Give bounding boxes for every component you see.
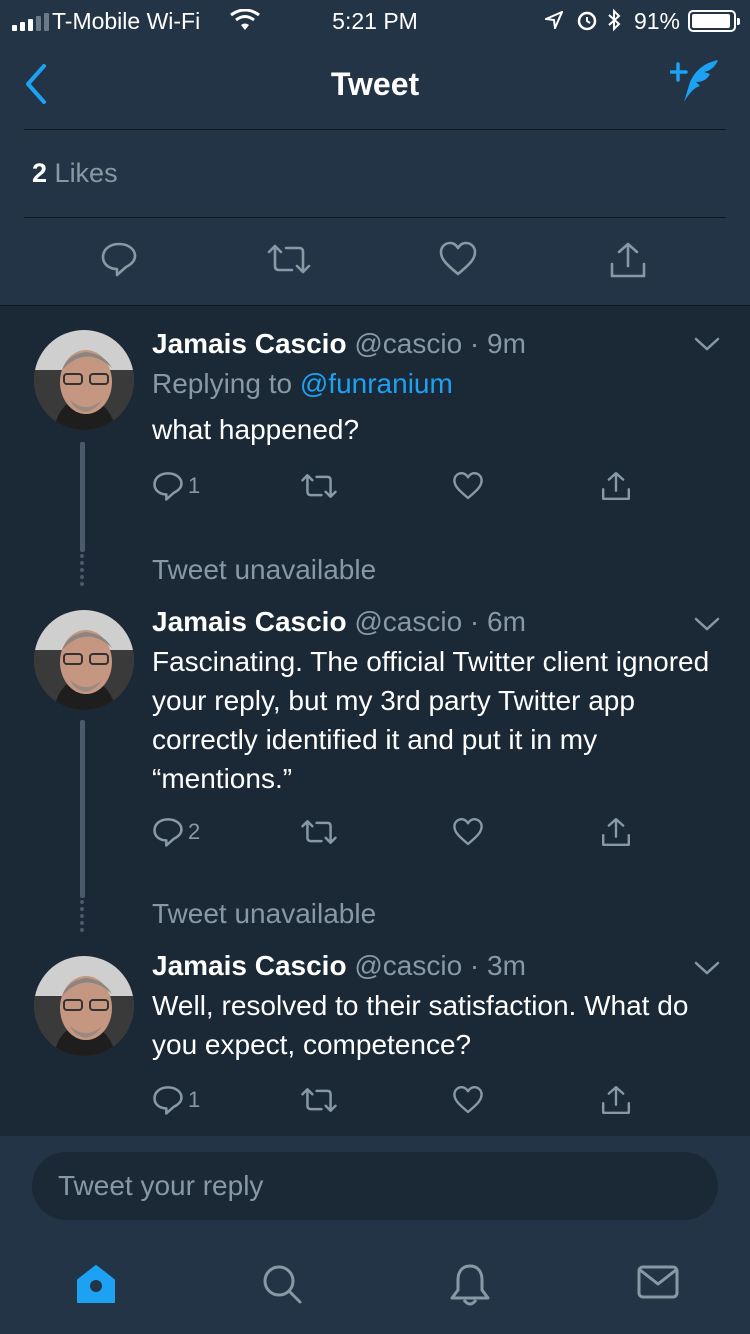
separator-dot: · [462,606,488,637]
reply-icon [152,816,184,848]
separator-dot: · [462,328,488,359]
search-icon[interactable] [260,1262,304,1306]
chevron-down-icon[interactable] [694,616,720,632]
thread-line [80,442,85,552]
reply-bar [0,1136,750,1236]
battery-icon [688,10,740,32]
bluetooth-icon [606,8,622,32]
retweet-icon[interactable] [300,1084,338,1116]
tweet-header: Jamais Cascio @cascio · 6m [152,606,526,638]
tweet-unavailable: Tweet unavailable [152,554,377,585]
status-bar: T-Mobile Wi-Fi 5:21 PM 91% [0,0,750,40]
tweet-stats-section: 2 Likes [0,128,750,306]
likes-number: 2 [32,158,48,188]
top-bar: T-Mobile Wi-Fi 5:21 PM 91% Tweet [0,0,750,128]
like-icon[interactable] [452,1084,484,1116]
notifications-icon[interactable] [448,1262,492,1308]
reply-count: 1 [188,1087,201,1112]
tweet-time: 3m [487,950,526,981]
replying-to: Replying to @funranium [152,368,453,400]
chevron-down-icon[interactable] [694,336,720,352]
avatar[interactable] [34,956,134,1056]
tweet-time: 6m [487,606,526,637]
share-icon[interactable] [600,470,632,502]
navigation-bar: Tweet [0,40,750,128]
replies-thread: Jamais Cascio @cascio · 9m Replying to @… [0,306,750,1136]
thread-gap [80,554,85,589]
share-icon[interactable] [600,1084,632,1116]
likes-count[interactable]: 2 Likes [32,158,118,189]
chevron-down-icon[interactable] [694,960,720,976]
tweet-actions: 1 [152,470,652,510]
like-icon[interactable] [452,816,484,848]
page-title: Tweet [330,66,420,102]
reply-button[interactable]: 1 [152,1084,200,1116]
reply-button[interactable]: 1 [152,470,200,502]
tweet-text: Fascinating. The official Twitter client… [152,646,710,794]
tweet-text: Well, resolved to their satisfaction. Wh… [152,990,689,1060]
compose-tweet-icon[interactable] [670,58,722,106]
share-icon[interactable] [600,816,632,848]
retweet-icon[interactable] [300,816,338,848]
author-handle[interactable]: @cascio [354,606,462,637]
retweet-icon[interactable] [300,470,338,502]
divider [24,129,726,130]
separator-dot: · [462,950,488,981]
author-handle[interactable]: @cascio [354,950,462,981]
mention-link[interactable]: @funranium [300,368,453,399]
retweet-icon[interactable] [266,240,312,278]
reply-count: 2 [188,819,201,844]
share-icon[interactable] [608,240,648,280]
reply-icon [152,470,184,502]
alarm-icon [576,9,598,31]
tweet-header: Jamais Cascio @cascio · 3m [152,950,526,982]
location-icon [545,11,563,29]
author-handle[interactable]: @cascio [354,328,462,359]
tweet-unavailable: Tweet unavailable [152,898,377,929]
thread-gap [80,900,85,935]
tweet-actions: 1 [152,1084,652,1124]
tweet-time: 9m [487,328,526,359]
home-icon[interactable] [74,1262,118,1306]
divider [24,217,726,218]
reply-count: 1 [188,473,201,498]
author-name[interactable]: Jamais Cascio [152,950,347,981]
tweet-actions: 2 [152,816,652,856]
battery-percent: 91% [633,8,680,34]
author-name[interactable]: Jamais Cascio [152,606,347,637]
reply-icon [152,1084,184,1116]
reply-input[interactable] [32,1152,718,1220]
reply-icon[interactable] [100,240,138,278]
avatar[interactable] [34,610,134,710]
replying-to-label: Replying to [152,368,293,399]
tweet-text: what happened? [152,414,360,445]
like-icon[interactable] [438,240,478,278]
thread-line [80,720,85,898]
likes-label: Likes [54,158,118,188]
avatar[interactable] [34,330,134,430]
like-icon[interactable] [452,470,484,502]
tweet-header: Jamais Cascio @cascio · 9m [152,328,526,360]
author-name[interactable]: Jamais Cascio [152,328,347,359]
tab-bar [0,1236,750,1334]
messages-icon[interactable] [636,1262,680,1302]
reply-button[interactable]: 2 [152,816,200,848]
